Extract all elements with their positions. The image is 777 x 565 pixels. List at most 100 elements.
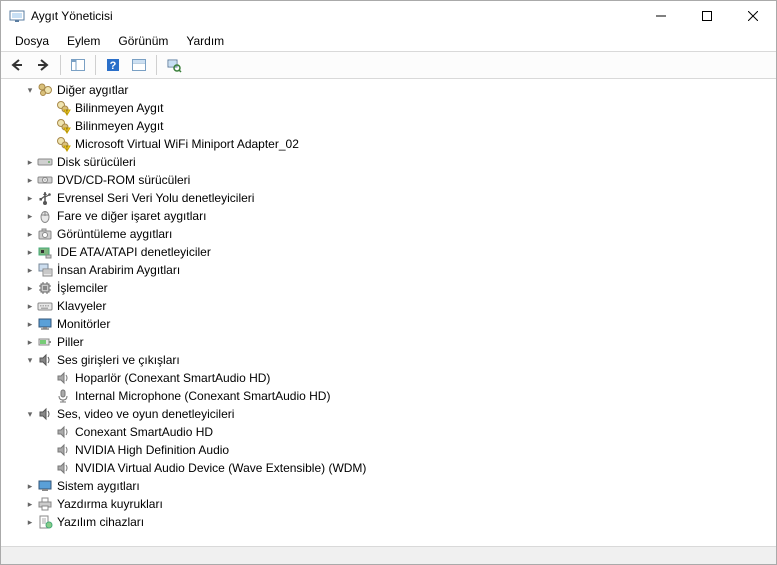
category-hid[interactable]: ▸ İnsan Arabirim Aygıtları bbox=[3, 261, 776, 279]
tree-label: Disk sürücüleri bbox=[57, 155, 136, 169]
category-keyboards[interactable]: ▸ Klavyeler bbox=[3, 297, 776, 315]
tree-label: Internal Microphone (Conexant SmartAudio… bbox=[75, 389, 330, 403]
window-title: Aygıt Yöneticisi bbox=[31, 9, 638, 23]
menu-action[interactable]: Eylem bbox=[59, 32, 108, 50]
expand-arrow-icon[interactable]: ▸ bbox=[23, 319, 37, 330]
toolbar-separator bbox=[60, 55, 61, 75]
usb-icon bbox=[37, 190, 53, 206]
content-area: ▾ Diğer aygıtlar ▸ ! Bilinmeyen Aygıt ▸ … bbox=[1, 79, 776, 546]
speaker-icon bbox=[55, 370, 71, 386]
tree-label: Bilinmeyen Aygıt bbox=[75, 101, 164, 115]
expand-arrow-icon[interactable]: ▸ bbox=[23, 517, 37, 528]
category-monitors[interactable]: ▸ Monitörler bbox=[3, 315, 776, 333]
tree-label: Ses, video ve oyun denetleyicileri bbox=[57, 407, 234, 421]
device-conexant[interactable]: ▸ Conexant SmartAudio HD bbox=[3, 423, 776, 441]
tree-label: Görüntüleme aygıtları bbox=[57, 227, 172, 241]
category-other-devices[interactable]: ▾ Diğer aygıtlar bbox=[3, 81, 776, 99]
back-button[interactable] bbox=[5, 54, 29, 76]
tree-label: Microsoft Virtual WiFi Miniport Adapter_… bbox=[75, 137, 299, 151]
camera-icon bbox=[37, 226, 53, 242]
menu-file[interactable]: Dosya bbox=[7, 32, 57, 50]
expand-arrow-icon[interactable]: ▸ bbox=[23, 175, 37, 186]
app-icon bbox=[9, 8, 25, 24]
toolbar-separator bbox=[156, 55, 157, 75]
microphone-icon bbox=[55, 388, 71, 404]
software-device-icon bbox=[37, 514, 53, 530]
expand-arrow-icon[interactable]: ▸ bbox=[23, 193, 37, 204]
device-speaker[interactable]: ▸ Hoparlör (Conexant SmartAudio HD) bbox=[3, 369, 776, 387]
other-devices-icon bbox=[37, 82, 53, 98]
scan-hardware-button[interactable] bbox=[162, 54, 186, 76]
minimize-button[interactable] bbox=[638, 1, 684, 31]
category-software-devices[interactable]: ▸ Yazılım cihazları bbox=[3, 513, 776, 531]
expand-arrow-icon[interactable]: ▸ bbox=[23, 211, 37, 222]
device-nvidia-hda[interactable]: ▸ NVIDIA High Definition Audio bbox=[3, 441, 776, 459]
monitor-icon bbox=[37, 316, 53, 332]
expand-arrow-icon[interactable]: ▸ bbox=[23, 265, 37, 276]
menubar: Dosya Eylem Görünüm Yardım bbox=[1, 31, 776, 51]
expand-arrow-icon[interactable]: ▸ bbox=[23, 229, 37, 240]
statusbar bbox=[1, 546, 776, 564]
forward-button[interactable] bbox=[31, 54, 55, 76]
expand-arrow-icon[interactable]: ▸ bbox=[23, 481, 37, 492]
device-internal-mic[interactable]: ▸ Internal Microphone (Conexant SmartAud… bbox=[3, 387, 776, 405]
category-print-queues[interactable]: ▸ Yazdırma kuyrukları bbox=[3, 495, 776, 513]
category-audio-io[interactable]: ▾ Ses girişleri ve çıkışları bbox=[3, 351, 776, 369]
tree-label: Diğer aygıtlar bbox=[57, 83, 128, 97]
keyboard-icon bbox=[37, 298, 53, 314]
speaker-icon bbox=[37, 406, 53, 422]
device-unknown-1[interactable]: ▸ ! Bilinmeyen Aygıt bbox=[3, 99, 776, 117]
tree-label: IDE ATA/ATAPI denetleyiciler bbox=[57, 245, 211, 259]
mouse-icon bbox=[37, 208, 53, 224]
tree-label: İşlemciler bbox=[57, 281, 108, 295]
tree-label: Yazılım cihazları bbox=[57, 515, 144, 529]
battery-icon bbox=[37, 334, 53, 350]
category-batteries[interactable]: ▸ Piller bbox=[3, 333, 776, 351]
category-sound-video-game[interactable]: ▾ Ses, video ve oyun denetleyicileri bbox=[3, 405, 776, 423]
tree-label: Piller bbox=[57, 335, 84, 349]
cpu-icon bbox=[37, 280, 53, 296]
device-nvidia-virtual[interactable]: ▸ NVIDIA Virtual Audio Device (Wave Exte… bbox=[3, 459, 776, 477]
properties-button[interactable] bbox=[127, 54, 151, 76]
warning-device-icon: ! bbox=[55, 100, 71, 116]
disk-drive-icon bbox=[37, 154, 53, 170]
device-tree[interactable]: ▾ Diğer aygıtlar ▸ ! Bilinmeyen Aygıt ▸ … bbox=[1, 79, 776, 546]
category-system-devices[interactable]: ▸ Sistem aygıtları bbox=[3, 477, 776, 495]
device-unknown-2[interactable]: ▸ ! Bilinmeyen Aygıt bbox=[3, 117, 776, 135]
category-mice[interactable]: ▸ Fare ve diğer işaret aygıtları bbox=[3, 207, 776, 225]
collapse-arrow-icon[interactable]: ▾ bbox=[23, 355, 37, 366]
close-button[interactable] bbox=[730, 1, 776, 31]
maximize-button[interactable] bbox=[684, 1, 730, 31]
expand-arrow-icon[interactable]: ▸ bbox=[23, 337, 37, 348]
expand-arrow-icon[interactable]: ▸ bbox=[23, 247, 37, 258]
menu-help[interactable]: Yardım bbox=[178, 32, 232, 50]
expand-arrow-icon[interactable]: ▸ bbox=[23, 499, 37, 510]
expand-arrow-icon[interactable]: ▸ bbox=[23, 283, 37, 294]
show-hide-tree-button[interactable] bbox=[66, 54, 90, 76]
category-dvd-cd[interactable]: ▸ DVD/CD-ROM sürücüleri bbox=[3, 171, 776, 189]
tree-label: Klavyeler bbox=[57, 299, 106, 313]
tree-label: Ses girişleri ve çıkışları bbox=[57, 353, 180, 367]
category-usb-controllers[interactable]: ▸ Evrensel Seri Veri Yolu denetleyiciler… bbox=[3, 189, 776, 207]
device-ms-virtual-wifi[interactable]: ▸ ! Microsoft Virtual WiFi Miniport Adap… bbox=[3, 135, 776, 153]
warning-device-icon: ! bbox=[55, 118, 71, 134]
tree-label: Evrensel Seri Veri Yolu denetleyicileri bbox=[57, 191, 254, 205]
expand-arrow-icon[interactable]: ▸ bbox=[23, 301, 37, 312]
tree-label: NVIDIA Virtual Audio Device (Wave Extens… bbox=[75, 461, 366, 475]
menu-view[interactable]: Görünüm bbox=[110, 32, 176, 50]
help-button[interactable]: ? bbox=[101, 54, 125, 76]
category-imaging[interactable]: ▸ Görüntüleme aygıtları bbox=[3, 225, 776, 243]
tree-label: DVD/CD-ROM sürücüleri bbox=[57, 173, 190, 187]
collapse-arrow-icon[interactable]: ▾ bbox=[23, 409, 37, 420]
category-ide-atapi[interactable]: ▸ IDE ATA/ATAPI denetleyiciler bbox=[3, 243, 776, 261]
category-processors[interactable]: ▸ İşlemciler bbox=[3, 279, 776, 297]
collapse-arrow-icon[interactable]: ▾ bbox=[23, 85, 37, 96]
speaker-icon bbox=[37, 352, 53, 368]
printer-icon bbox=[37, 496, 53, 512]
tree-label: Sistem aygıtları bbox=[57, 479, 140, 493]
expand-arrow-icon[interactable]: ▸ bbox=[23, 157, 37, 168]
toolbar: ? bbox=[1, 51, 776, 79]
tree-label: Yazdırma kuyrukları bbox=[57, 497, 163, 511]
storage-controller-icon bbox=[37, 244, 53, 260]
category-disk-drives[interactable]: ▸ Disk sürücüleri bbox=[3, 153, 776, 171]
